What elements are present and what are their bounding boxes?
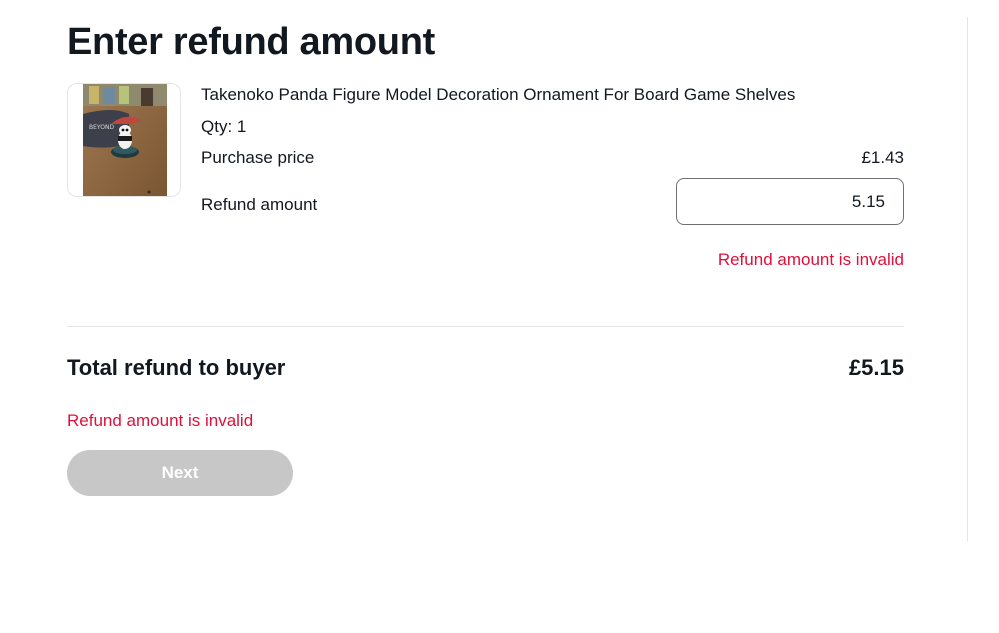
refund-amount-label: Refund amount bbox=[201, 195, 318, 214]
section-divider bbox=[67, 326, 904, 327]
svg-text:BEYOND: BEYOND bbox=[89, 124, 114, 131]
refund-amount-error: Refund amount is invalid bbox=[717, 250, 904, 269]
product-thumbnail: BEYOND bbox=[67, 83, 181, 197]
refund-amount-input[interactable] bbox=[676, 178, 904, 225]
item-quantity: Qty: 1 bbox=[201, 117, 247, 136]
form-error-message: Refund amount is invalid bbox=[67, 411, 254, 430]
purchase-price-value: £1.43 bbox=[861, 148, 904, 167]
page-title: Enter refund amount bbox=[67, 21, 435, 63]
purchase-price-label: Purchase price bbox=[201, 148, 315, 167]
panel-divider bbox=[967, 17, 968, 541]
refund-page: Enter refund amount BEYOND Takenoko Pand… bbox=[0, 0, 999, 633]
next-button[interactable]: Next bbox=[67, 450, 293, 496]
total-refund-value: £5.15 bbox=[848, 355, 904, 380]
item-title: Takenoko Panda Figure Model Decoration O… bbox=[201, 85, 796, 104]
product-photo-icon: BEYOND bbox=[83, 84, 167, 196]
total-refund-label: Total refund to buyer bbox=[67, 355, 286, 380]
